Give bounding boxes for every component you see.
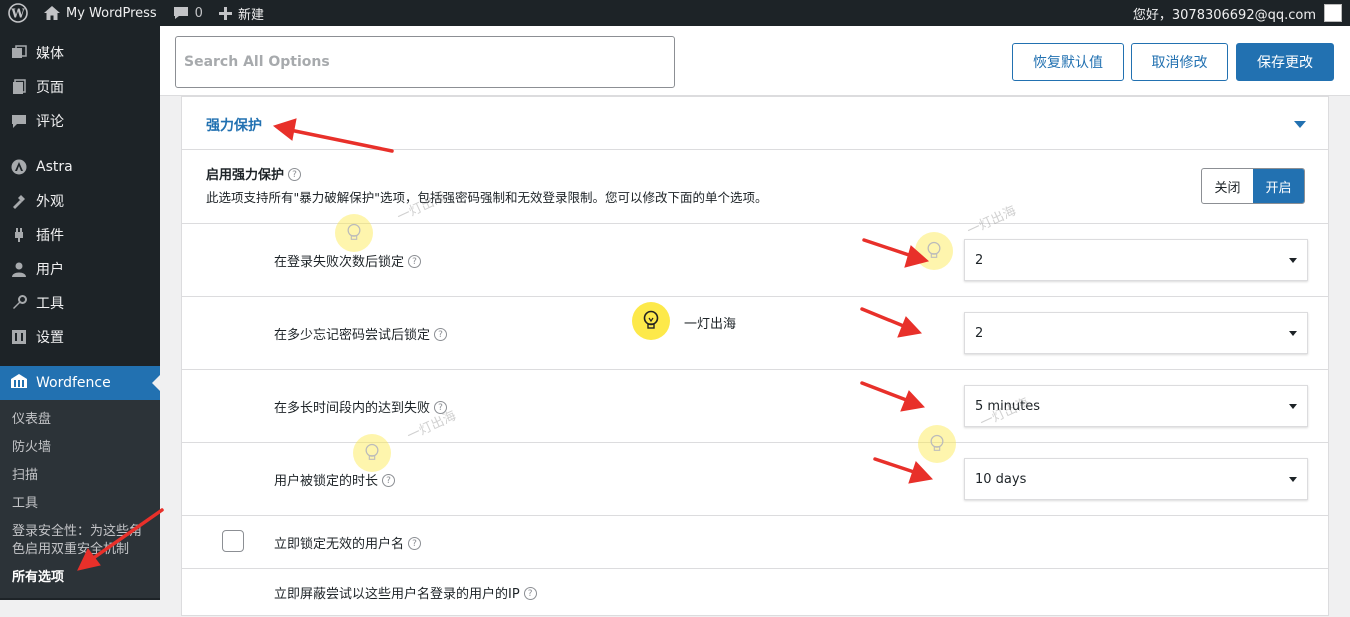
toggle-on-button[interactable]: 开启 bbox=[1253, 169, 1304, 203]
enable-title: 启用强力保护 bbox=[206, 168, 285, 183]
plus-icon bbox=[218, 6, 232, 20]
help-icon[interactable]: ? bbox=[408, 537, 422, 550]
section-header[interactable]: 强力保护 bbox=[182, 97, 1328, 150]
collapse-triangle-icon[interactable] bbox=[1294, 121, 1306, 128]
new-label: 新建 bbox=[237, 7, 264, 23]
lightbulb-watermark-icon bbox=[353, 434, 391, 472]
lockout-invalid-username-row: 立即锁定无效的用户名? bbox=[182, 516, 1328, 569]
restore-defaults-button[interactable]: 恢复默认值 bbox=[1012, 43, 1124, 81]
dropdown-caret-icon bbox=[1289, 404, 1297, 409]
lockout-invalid-username-checkbox[interactable] bbox=[222, 530, 244, 552]
brute-force-panel: 强力保护 启用强力保护? 此选项支持所有"暴力破解保护"选项，包括强密码强制和无… bbox=[181, 96, 1329, 616]
lightbulb-watermark-icon bbox=[335, 214, 373, 252]
option-label: 在多少忘记密码尝试后锁定 bbox=[274, 328, 431, 343]
wordfence-icon bbox=[10, 373, 28, 393]
submenu-scan[interactable]: 扫描 bbox=[0, 462, 160, 490]
sidebar-item-astra[interactable]: Astra bbox=[0, 150, 160, 184]
greeting-text: 您好，3078306692@qq.com bbox=[1132, 7, 1316, 23]
enable-description: 此选项支持所有"暴力破解保护"选项，包括强密码强制和无效登录限制。您可以修改下面… bbox=[206, 190, 768, 205]
login-failures-select[interactable]: 2 bbox=[964, 239, 1308, 281]
media-icon bbox=[10, 44, 28, 62]
watermark-text: 一灯出海 bbox=[684, 317, 737, 332]
wrench-icon bbox=[10, 294, 28, 312]
section-title: 强力保护 bbox=[206, 118, 262, 134]
option-label: 用户被锁定的时长 bbox=[274, 474, 379, 489]
sidebar-item-wordfence[interactable]: Wordfence bbox=[0, 366, 160, 400]
avatar bbox=[1324, 4, 1342, 22]
checkbox-label: 立即锁定无效的用户名 bbox=[274, 537, 405, 552]
enable-brute-force-row: 启用强力保护? 此选项支持所有"暴力破解保护"选项，包括强密码强制和无效登录限制… bbox=[182, 150, 1328, 224]
sidebar-item-media[interactable]: 媒体 bbox=[0, 36, 160, 70]
sidebar-item-plugins[interactable]: 插件 bbox=[0, 218, 160, 252]
astra-icon bbox=[10, 158, 28, 176]
option-label: 在多长时间段内的达到失败 bbox=[274, 401, 431, 416]
dropdown-caret-icon bbox=[1289, 331, 1297, 336]
submenu-all-options[interactable]: 所有选项 bbox=[0, 564, 160, 592]
help-icon[interactable]: ? bbox=[408, 255, 422, 268]
comment-bubble-icon bbox=[173, 7, 188, 19]
admin-sidebar: 媒体 页面 评论 Astra 外观 插件 用户 工具 设置 Wordfence … bbox=[0, 26, 160, 600]
site-name: My WordPress bbox=[66, 5, 157, 21]
sidebar-item-users[interactable]: 用户 bbox=[0, 252, 160, 286]
submenu-firewall[interactable]: 防火墙 bbox=[0, 434, 160, 462]
svg-text:W: W bbox=[10, 7, 25, 21]
sidebar-item-tools[interactable]: 工具 bbox=[0, 286, 160, 320]
site-name-link[interactable]: My WordPress bbox=[36, 0, 165, 26]
option-row: 在多少忘记密码尝试后锁定? 2 bbox=[182, 297, 1328, 370]
block-ip-row: 立即屏蔽尝试以这些用户名登录的用户的IP? bbox=[182, 569, 1328, 617]
toggle-off-button[interactable]: 关闭 bbox=[1202, 169, 1253, 203]
lightbulb-watermark-icon bbox=[915, 232, 953, 270]
submenu-tools[interactable]: 工具 bbox=[0, 490, 160, 518]
help-icon[interactable]: ? bbox=[434, 328, 448, 341]
page-icon bbox=[10, 78, 28, 96]
comment-icon bbox=[10, 112, 28, 130]
help-icon[interactable]: ? bbox=[523, 587, 537, 600]
sidebar-item-appearance[interactable]: 外观 bbox=[0, 184, 160, 218]
search-options-input[interactable] bbox=[175, 36, 675, 88]
appearance-icon bbox=[10, 192, 28, 210]
submenu-dashboard[interactable]: 仪表盘 bbox=[0, 406, 160, 434]
wordpress-logo-icon[interactable]: W bbox=[0, 0, 36, 26]
plugin-icon bbox=[10, 226, 28, 244]
lightbulb-watermark-icon bbox=[632, 302, 670, 340]
admin-bar: W My WordPress 0 新建 您好，3078306692@qq.com bbox=[0, 0, 1350, 26]
wordfence-submenu: 仪表盘 防火墙 扫描 工具 登录安全性：为这些角色启用双重安全机制 所有选项 bbox=[0, 400, 160, 598]
option-row: 在多长时间段内的达到失败? 5 minutes bbox=[182, 370, 1328, 443]
forgot-password-select[interactable]: 2 bbox=[964, 312, 1308, 354]
home-icon bbox=[44, 6, 60, 20]
account-menu[interactable]: 您好，3078306692@qq.com bbox=[1133, 4, 1350, 23]
dropdown-caret-icon bbox=[1289, 477, 1297, 482]
comments-link[interactable]: 0 bbox=[165, 0, 211, 26]
cancel-changes-button[interactable]: 取消修改 bbox=[1131, 43, 1228, 81]
submenu-login-security[interactable]: 登录安全性：为这些角色启用双重安全机制 bbox=[0, 518, 160, 564]
new-content-link[interactable]: 新建 bbox=[211, 0, 272, 26]
lockout-duration-select[interactable]: 10 days bbox=[964, 458, 1308, 500]
option-label: 在登录失败次数后锁定 bbox=[274, 255, 405, 270]
help-icon[interactable]: ? bbox=[288, 168, 302, 181]
sidebar-item-settings[interactable]: 设置 bbox=[0, 320, 160, 354]
user-icon bbox=[10, 260, 28, 278]
save-changes-button[interactable]: 保存更改 bbox=[1236, 43, 1334, 81]
settings-icon bbox=[10, 328, 28, 346]
lightbulb-watermark-icon bbox=[918, 425, 956, 463]
help-icon[interactable]: ? bbox=[382, 474, 396, 487]
sidebar-item-comments[interactable]: 评论 bbox=[0, 104, 160, 138]
dropdown-caret-icon bbox=[1289, 258, 1297, 263]
sidebar-item-pages[interactable]: 页面 bbox=[0, 70, 160, 104]
options-toolbar: 恢复默认值 取消修改 保存更改 bbox=[160, 26, 1350, 96]
enable-toggle[interactable]: 关闭 开启 bbox=[1201, 168, 1305, 204]
comments-count: 0 bbox=[194, 5, 203, 21]
